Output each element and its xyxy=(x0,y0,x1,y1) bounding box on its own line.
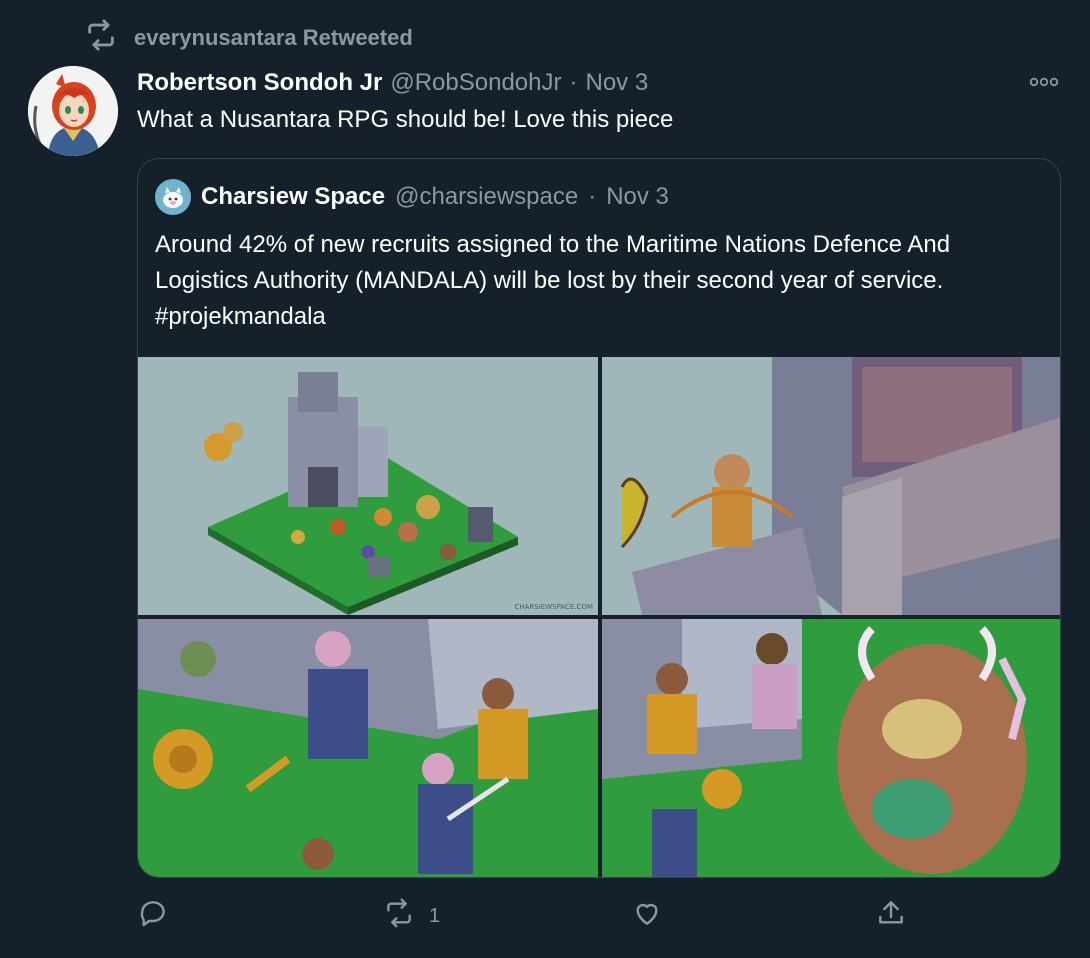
quoted-tweet-text: Around 42% of new recruits assigned to t… xyxy=(155,231,951,330)
quoted-tweet-header: Charsiew Space @charsiewspace · Nov 3 xyxy=(155,179,669,215)
media-watermark: CHARSIEWSPACE.COM xyxy=(514,603,593,611)
quoted-author-handle: @charsiewspace xyxy=(395,183,579,210)
tweet-date[interactable]: Nov 3 xyxy=(585,69,648,97)
reply-button[interactable] xyxy=(137,892,183,940)
retweet-icon xyxy=(383,897,415,935)
retweet-context-label: everynusantara Retweeted xyxy=(134,25,413,50)
author-avatar[interactable] xyxy=(28,66,118,156)
author-handle[interactable]: @RobSondohJr xyxy=(390,69,561,97)
share-button[interactable] xyxy=(875,892,907,940)
media-grid: CHARSIEWSPACE.COM xyxy=(138,357,1060,877)
action-bar: 1 xyxy=(137,892,1047,940)
quoted-tweet-date: Nov 3 xyxy=(606,183,669,210)
like-icon xyxy=(631,897,663,935)
retweet-icon xyxy=(84,18,118,58)
retweet-button[interactable]: 1 xyxy=(383,892,440,940)
author-name[interactable]: Robertson Sondoh Jr xyxy=(137,69,382,97)
retweet-count: 1 xyxy=(429,904,441,927)
header-separator: · xyxy=(569,69,578,96)
media-image-1[interactable]: CHARSIEWSPACE.COM xyxy=(138,357,598,615)
quoted-author-name: Charsiew Space xyxy=(201,183,386,210)
more-horizontal-icon[interactable] xyxy=(1028,70,1060,94)
quoted-tweet[interactable]: Charsiew Space @charsiewspace · Nov 3 Ar… xyxy=(137,158,1061,878)
like-button[interactable] xyxy=(631,892,677,940)
retweet-context[interactable]: everynusantara Retweeted xyxy=(84,19,413,54)
share-icon xyxy=(875,897,907,935)
quoted-author-avatar xyxy=(155,179,191,215)
tweet-header: Robertson Sondoh Jr @RobSondohJr · Nov 3 xyxy=(137,66,648,100)
quoted-header-separator: · xyxy=(588,183,597,210)
reply-icon xyxy=(137,897,169,935)
tweet-text: What a Nusantara RPG should be! Love thi… xyxy=(137,106,674,133)
media-image-3[interactable] xyxy=(138,619,598,877)
media-image-2[interactable] xyxy=(602,357,1060,615)
media-image-4[interactable] xyxy=(602,619,1060,877)
